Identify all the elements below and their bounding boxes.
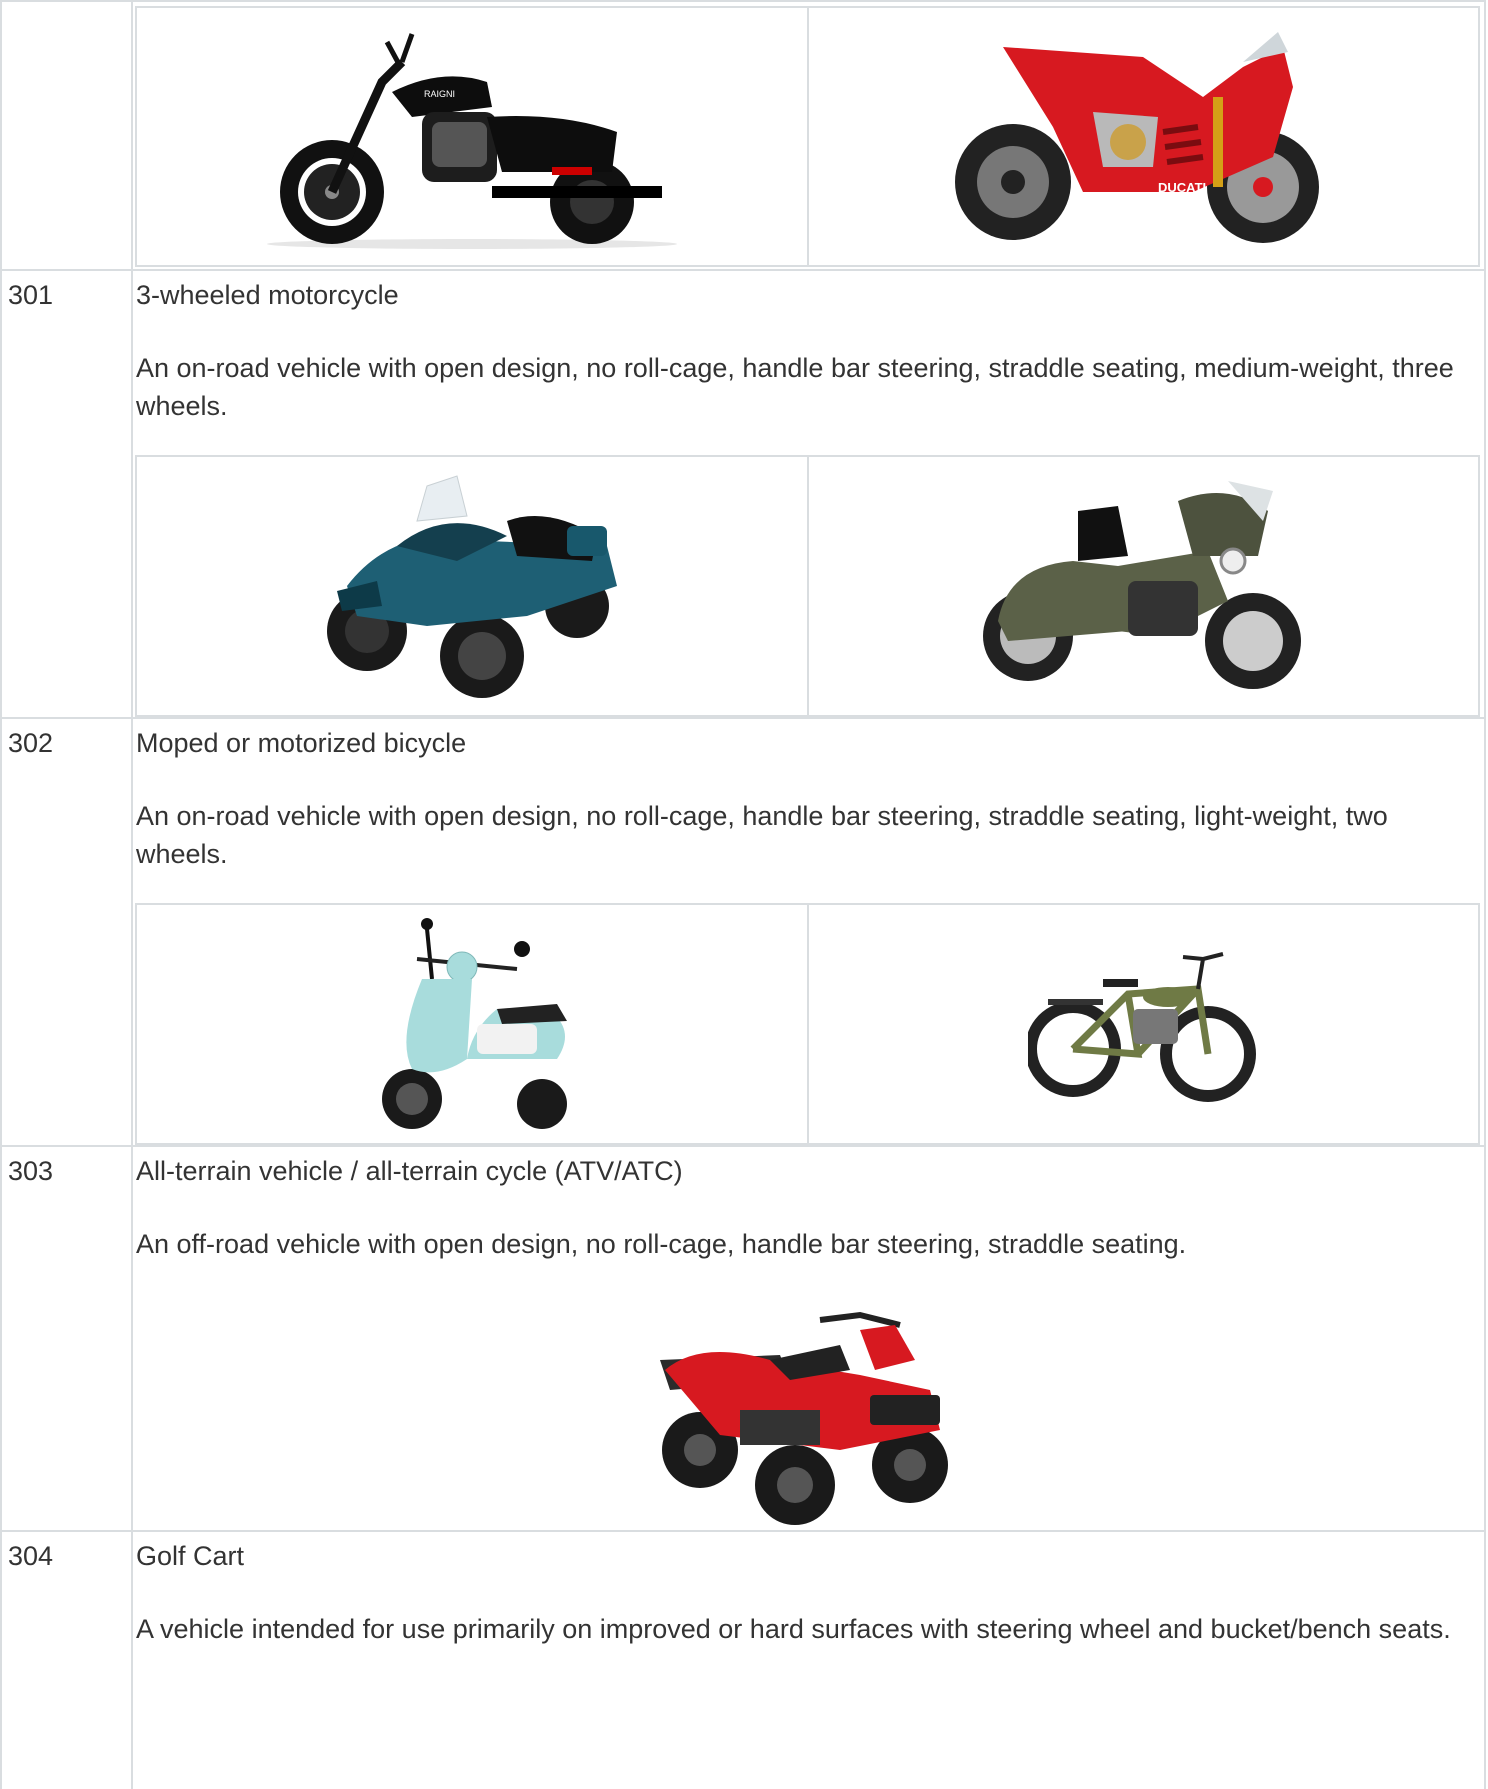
image-table — [135, 903, 1480, 1145]
svg-text:RAIGNI: RAIGNI — [424, 89, 455, 99]
row-title: Moped or motorized bicycle — [136, 728, 467, 758]
row-code: 302 — [8, 728, 54, 758]
row-title: 3-wheeled motorcycle — [136, 280, 399, 310]
trike-motorcycle-image — [983, 481, 1302, 689]
row-description: A vehicle intended for use primarily on … — [136, 1614, 1451, 1644]
sport-motorcycle-image: DUCATI — [955, 31, 1320, 243]
row-divider — [0, 0, 1486, 2]
image-table — [135, 455, 1480, 717]
image-cell: DUCATI — [806, 8, 1479, 265]
row-code: 301 — [8, 280, 54, 310]
image-cell: RAIGNI — [137, 8, 807, 265]
row-title: All-terrain vehicle / all-terrain cycle … — [136, 1156, 683, 1186]
image-cell — [137, 905, 807, 1143]
three-wheel-roadster-image — [326, 475, 617, 698]
row-description: An on-road vehicle with open design, no … — [136, 801, 1388, 869]
svg-text:DUCATI: DUCATI — [1158, 180, 1206, 195]
row-code: 303 — [8, 1156, 54, 1186]
row-divider — [0, 269, 1486, 271]
row-divider — [0, 1145, 1486, 1147]
row-divider — [0, 1530, 1486, 1532]
image-cell — [806, 905, 1479, 1143]
cruiser-motorcycle-image: RAIGNI — [266, 32, 677, 249]
row-description: An off-road vehicle with open design, no… — [136, 1229, 1187, 1259]
image-table: RAIGNI DUCATI — [135, 6, 1480, 267]
row-title: Golf Cart — [136, 1541, 245, 1571]
image-cell — [806, 457, 1479, 715]
row-code: 304 — [8, 1541, 54, 1571]
scooter-image — [381, 918, 567, 1129]
atv-image — [660, 1311, 948, 1525]
row-description: An on-road vehicle with open design, no … — [136, 353, 1454, 421]
motorized-bicycle-image — [1028, 952, 1257, 1102]
row-divider — [0, 717, 1486, 719]
image-cell — [137, 457, 807, 715]
